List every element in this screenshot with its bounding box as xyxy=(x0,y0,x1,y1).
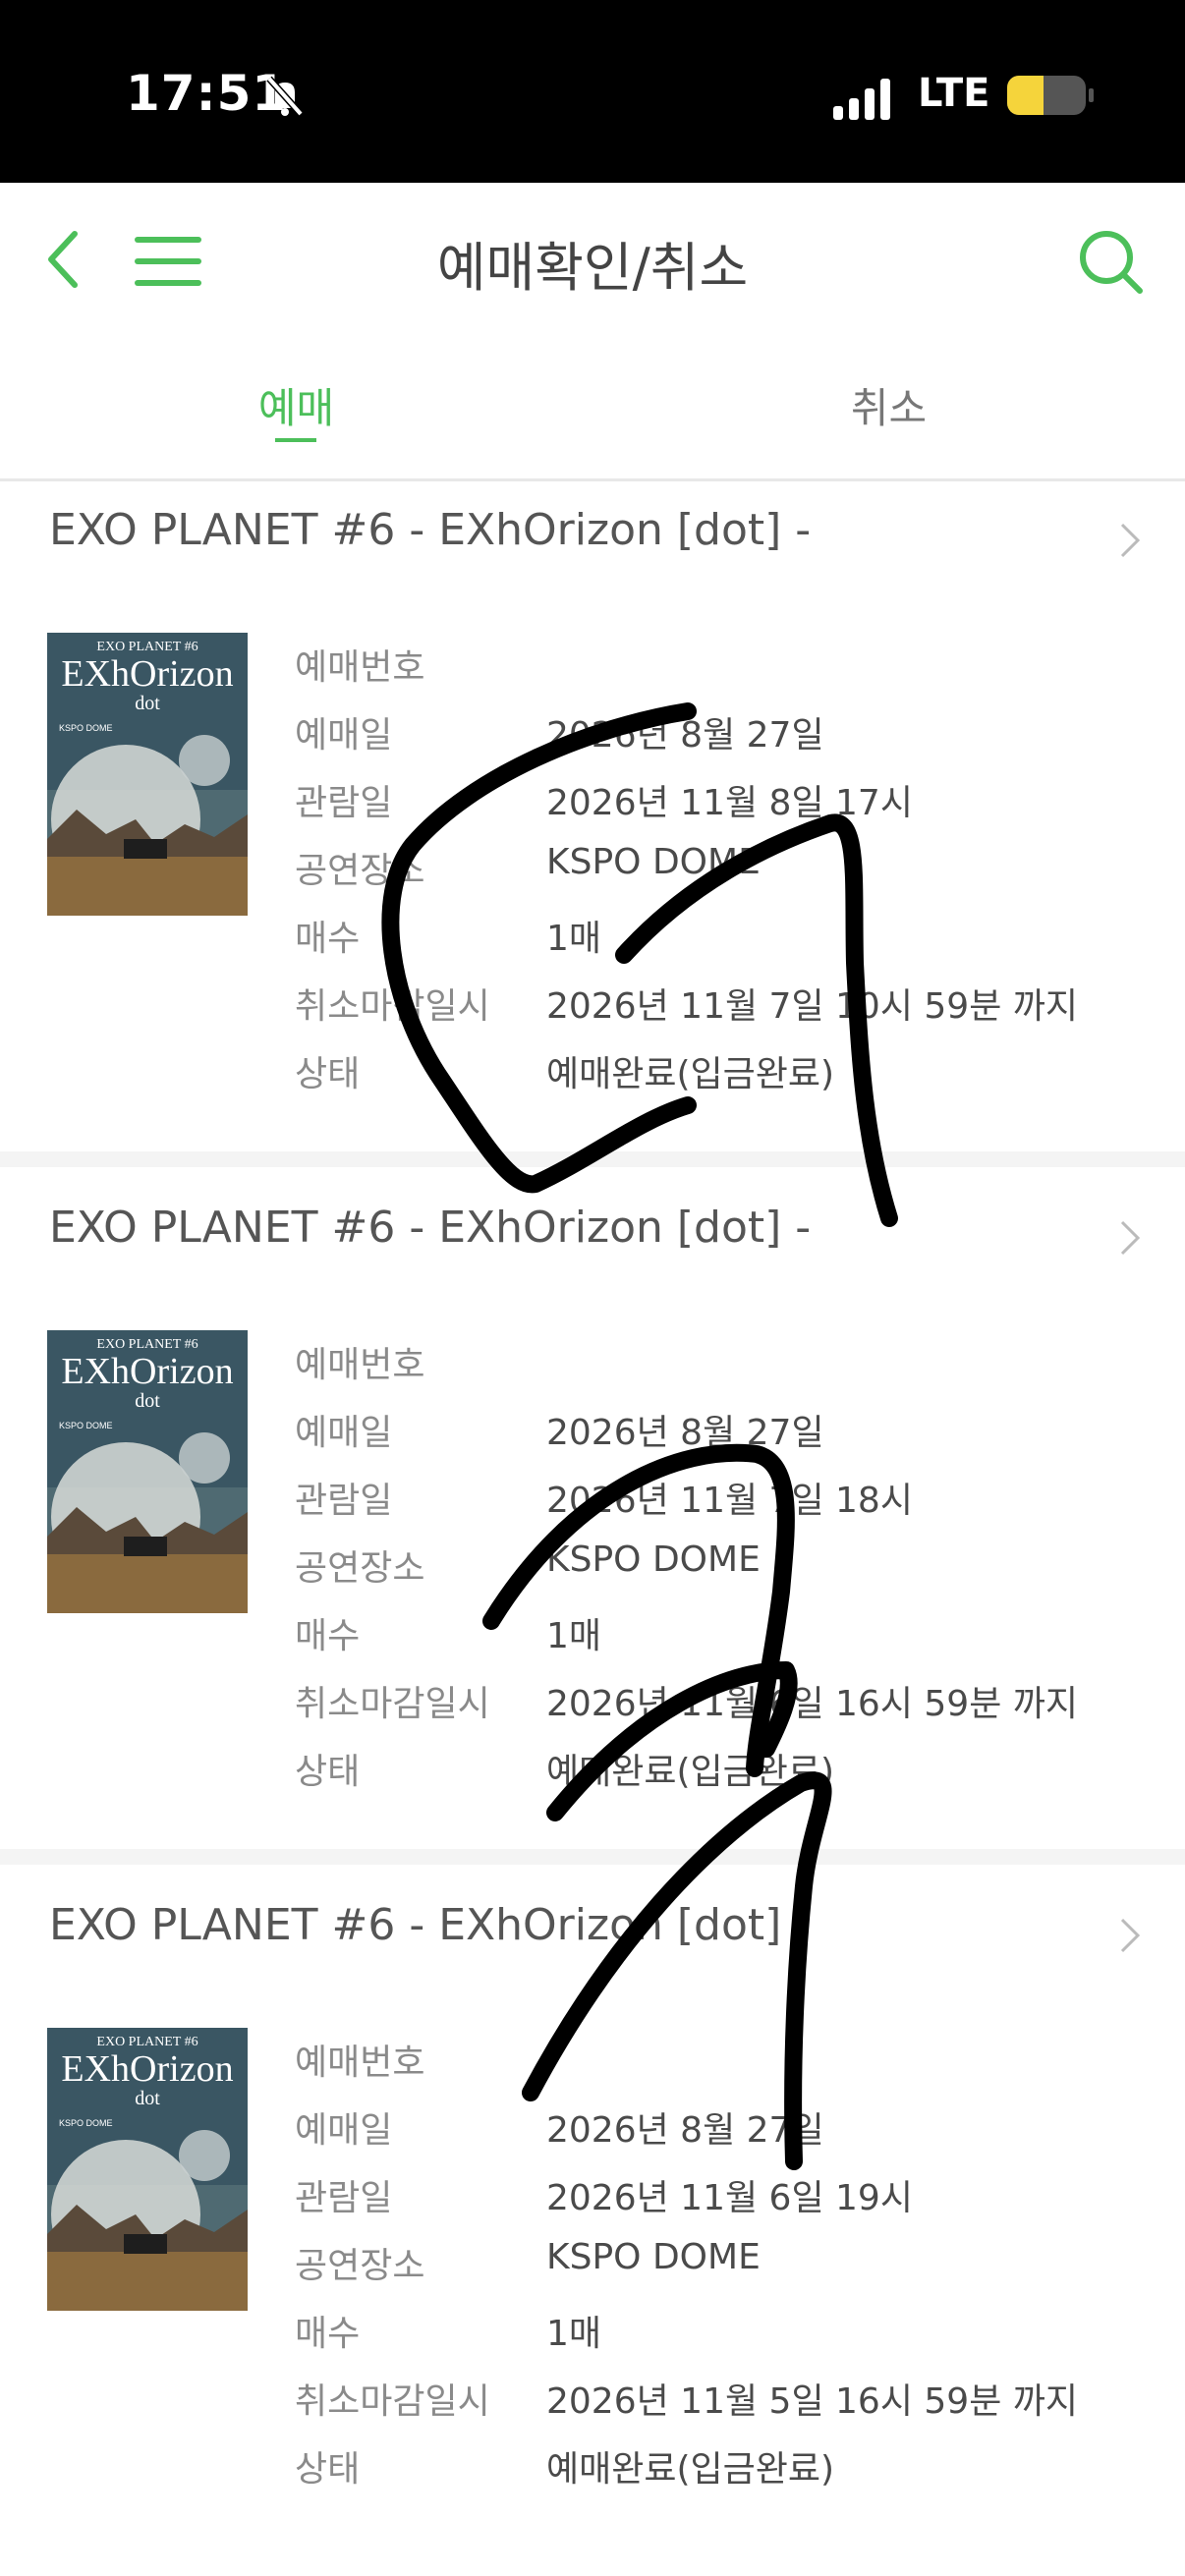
label-view-date: 관람일 xyxy=(295,783,393,823)
tab-cancel[interactable]: 취소 xyxy=(592,375,1185,435)
poster-text-2: EXhOrizon xyxy=(61,2048,233,2090)
label-booking-date: 예매일 xyxy=(295,1413,393,1453)
poster-text-4: KSPO DOME xyxy=(59,723,113,733)
status-bar: 17:51 LTE xyxy=(0,0,1185,183)
label-booking-no: 예매번호 xyxy=(295,2043,425,2083)
poster-text-2: EXhOrizon xyxy=(61,1351,233,1392)
poster-text-1: EXO PLANET #6 xyxy=(96,640,198,654)
label-booking-date: 예매일 xyxy=(295,2110,393,2151)
booking-card[interactable]: EXO PLANET #6 - EXhOrizon [dot] - EXO PL… xyxy=(0,1181,1185,1849)
poster-image: EXO PLANET #6 EXhOrizon dot KSPO DOME xyxy=(47,2028,248,2311)
value-view-date: 2026년 11월 7일 18시 xyxy=(546,1481,913,1521)
bell-muted-icon xyxy=(266,76,304,117)
poster-text-1: EXO PLANET #6 xyxy=(96,2035,198,2049)
card-separator xyxy=(0,1151,1185,1167)
label-venue: 공연장소 xyxy=(295,2246,425,2286)
booking-title: EXO PLANET #6 - EXhOrizon [dot] - xyxy=(49,505,812,555)
card-separator xyxy=(0,1849,1185,1865)
poster-text-4: KSPO DOME xyxy=(59,1421,113,1430)
label-cancel-deadline: 취소마감일시 xyxy=(295,986,490,1027)
label-status: 상태 xyxy=(295,1054,361,1094)
booking-title: EXO PLANET #6 - EXhOrizon [dot] - xyxy=(49,1203,812,1253)
booking-card[interactable]: EXO PLANET #6 - EXhOrizon [dot] - EXO PL… xyxy=(0,1878,1185,2547)
chevron-right-icon[interactable] xyxy=(1118,1916,1142,1955)
app-header: 예매확인/취소 xyxy=(0,183,1185,330)
value-cancel-deadline: 2026년 11월 7일 10시 59분 까지 xyxy=(546,986,1079,1027)
value-status: 예매완료(입금완료) xyxy=(546,2449,835,2490)
value-venue: KSPO DOME xyxy=(546,1540,761,1580)
label-cancel-deadline: 취소마감일시 xyxy=(295,2381,490,2422)
booking-card[interactable]: EXO PLANET #6 - EXhOrizon [dot] - EXO PL… xyxy=(0,483,1185,1151)
tab-booking[interactable]: 예매 xyxy=(0,375,592,435)
label-booking-date: 예매일 xyxy=(295,715,393,756)
label-count: 매수 xyxy=(295,919,361,959)
signal-icon xyxy=(833,79,890,120)
poster-text-2: EXhOrizon xyxy=(61,653,233,695)
value-cancel-deadline: 2026년 11월 6일 16시 59분 까지 xyxy=(546,1684,1079,1724)
poster-text-4: KSPO DOME xyxy=(59,2118,113,2128)
network-label: LTE xyxy=(918,71,990,116)
value-booking-date: 2026년 8월 27일 xyxy=(546,715,824,756)
booking-title: EXO PLANET #6 - EXhOrizon [dot] - xyxy=(49,1900,812,1950)
active-tab-indicator xyxy=(275,438,316,442)
poster-text-1: EXO PLANET #6 xyxy=(96,1337,198,1352)
tab-bar: 예매 취소 xyxy=(0,330,1185,481)
poster-image: EXO PLANET #6 EXhOrizon dot KSPO DOME xyxy=(47,1330,248,1613)
poster-text-3: dot xyxy=(135,1390,160,1412)
label-status: 상태 xyxy=(295,2449,361,2490)
label-view-date: 관람일 xyxy=(295,1481,393,1521)
value-booking-date: 2026년 8월 27일 xyxy=(546,1413,824,1453)
battery-icon xyxy=(1007,76,1094,115)
label-venue: 공연장소 xyxy=(295,851,425,891)
poster-text-3: dot xyxy=(135,2088,160,2109)
label-venue: 공연장소 xyxy=(295,1548,425,1589)
value-status: 예매완료(입금완료) xyxy=(546,1752,835,1792)
value-view-date: 2026년 11월 6일 19시 xyxy=(546,2178,913,2218)
search-icon[interactable] xyxy=(1077,228,1144,295)
value-venue: KSPO DOME xyxy=(546,842,761,882)
poster-image: EXO PLANET #6 EXhOrizon dot KSPO DOME xyxy=(47,633,248,916)
chevron-right-icon[interactable] xyxy=(1118,1218,1142,1258)
value-count: 1매 xyxy=(546,919,602,959)
label-count: 매수 xyxy=(295,1616,361,1656)
value-cancel-deadline: 2026년 11월 5일 16시 59분 까지 xyxy=(546,2381,1079,2422)
value-view-date: 2026년 11월 8일 17시 xyxy=(546,783,913,823)
value-count: 1매 xyxy=(546,2314,602,2354)
label-booking-no: 예매번호 xyxy=(295,1345,425,1385)
value-count: 1매 xyxy=(546,1616,602,1656)
label-booking-no: 예매번호 xyxy=(295,647,425,688)
chevron-right-icon[interactable] xyxy=(1118,521,1142,560)
label-count: 매수 xyxy=(295,2314,361,2354)
label-cancel-deadline: 취소마감일시 xyxy=(295,1684,490,1724)
label-view-date: 관람일 xyxy=(295,2178,393,2218)
value-booking-date: 2026년 8월 27일 xyxy=(546,2110,824,2151)
value-status: 예매완료(입금완료) xyxy=(546,1054,835,1094)
page-title: 예매확인/취소 xyxy=(436,237,749,299)
poster-text-3: dot xyxy=(135,693,160,714)
label-status: 상태 xyxy=(295,1752,361,1792)
value-venue: KSPO DOME xyxy=(546,2237,761,2277)
